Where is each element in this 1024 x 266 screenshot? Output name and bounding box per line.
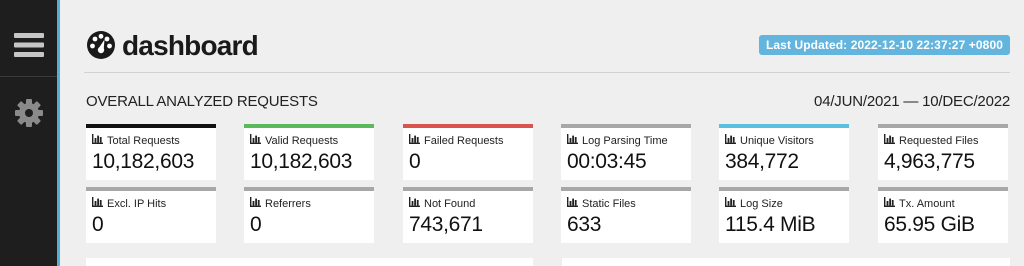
date-range: 04/JUN/2021 — 10/DEC/2022 [814, 93, 1010, 110]
bar-chart-icon [250, 197, 265, 210]
section-title: OVERALL ANALYZED REQUESTS [86, 93, 318, 110]
bar-chart-icon [567, 134, 582, 147]
bottom-panel-left [86, 258, 533, 266]
card-value: 0 [409, 150, 421, 173]
card-label: Log Parsing Time [582, 134, 668, 147]
card-accent-bar [244, 187, 374, 191]
card-label: Tx. Amount [899, 197, 955, 210]
metric-card: Requested Files 4,963,775 [878, 124, 1008, 180]
bar-chart-icon [884, 134, 899, 147]
card-accent-bar [86, 124, 216, 128]
card-label: Log Size [740, 197, 783, 210]
header-divider [84, 72, 1010, 73]
card-value: 384,772 [725, 150, 799, 173]
dashboard-logo-icon [84, 29, 118, 64]
page-header: dashboard [84, 28, 259, 64]
card-accent-bar [719, 187, 849, 191]
metric-card: Unique Visitors 384,772 [719, 124, 849, 180]
card-accent-bar [403, 124, 533, 128]
metric-card: Log Parsing Time 00:03:45 [561, 124, 691, 180]
card-accent-bar [719, 124, 849, 128]
card-label: Excl. IP Hits [107, 197, 167, 210]
card-value: 65.95 GiB [884, 213, 975, 236]
last-updated-badge: Last Updated: 2022-12-10 22:37:27 +0800 [758, 35, 1010, 55]
card-label: Total Requests [107, 134, 180, 147]
bar-chart-icon [725, 134, 740, 147]
bottom-panel-right [562, 258, 1010, 266]
card-accent-bar [561, 187, 691, 191]
metric-card: Not Found 743,671 [403, 187, 533, 243]
page-title: dashboard [122, 30, 259, 61]
card-value: 00:03:45 [567, 150, 647, 173]
card-label: Referrers [265, 197, 311, 210]
card-label: Failed Requests [424, 134, 504, 147]
metric-card: Valid Requests 10,182,603 [244, 124, 374, 180]
card-label: Unique Visitors [740, 134, 814, 147]
card-accent-bar [244, 124, 374, 128]
hamburger-menu-icon[interactable] [0, 22, 57, 68]
bar-chart-icon [567, 197, 582, 210]
card-value: 10,182,603 [250, 150, 353, 173]
metric-card: Referrers 0 [244, 187, 374, 243]
bar-chart-icon [250, 134, 265, 147]
main-content: dashboard Last Updated: 2022-12-10 22:37… [60, 0, 1024, 266]
bar-chart-icon [409, 197, 424, 210]
card-accent-bar [878, 124, 1008, 128]
card-value: 10,182,603 [92, 150, 195, 173]
card-value: 0 [250, 213, 262, 236]
metric-card: Tx. Amount 65.95 GiB [878, 187, 1008, 243]
bar-chart-icon [725, 197, 740, 210]
card-accent-bar [86, 187, 216, 191]
card-accent-bar [403, 187, 533, 191]
card-label: Static Files [582, 197, 636, 210]
card-value: 743,671 [409, 213, 483, 236]
card-value: 4,963,775 [884, 150, 975, 173]
card-accent-bar [878, 187, 1008, 191]
bar-chart-icon [409, 134, 424, 147]
card-accent-bar [561, 124, 691, 128]
card-value: 115.4 MiB [725, 213, 816, 236]
sidebar-divider [0, 76, 57, 77]
card-label: Not Found [424, 197, 476, 210]
card-value: 633 [567, 213, 602, 236]
card-label: Requested Files [899, 134, 979, 147]
card-value: 0 [92, 213, 104, 236]
bar-chart-icon [92, 197, 107, 210]
metric-card: Failed Requests 0 [403, 124, 533, 180]
gear-icon[interactable] [0, 90, 57, 136]
sidebar [0, 0, 57, 266]
metric-card: Excl. IP Hits 0 [86, 187, 216, 243]
bar-chart-icon [92, 134, 107, 147]
metric-card: Log Size 115.4 MiB [719, 187, 849, 243]
metric-card: Static Files 633 [561, 187, 691, 243]
metric-card: Total Requests 10,182,603 [86, 124, 216, 180]
bar-chart-icon [884, 197, 899, 210]
card-label: Valid Requests [265, 134, 339, 147]
